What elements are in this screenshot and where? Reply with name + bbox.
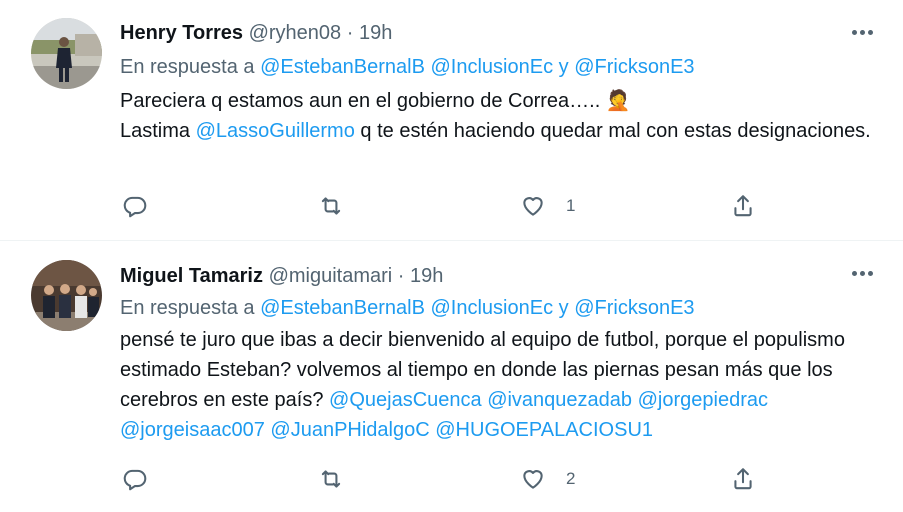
- reply-button[interactable]: [122, 190, 148, 222]
- more-icon: [851, 270, 857, 276]
- author-name[interactable]: Miguel Tamariz: [120, 265, 263, 287]
- tweet-text: pensé te juro que ibas a decir bienvenid…: [120, 325, 890, 445]
- mention-link[interactable]: @EstebanBernalB: [260, 297, 425, 319]
- avatar[interactable]: [31, 260, 102, 331]
- text-segment: q te estén haciendo quedar mal con estas…: [354, 120, 871, 142]
- reply-button[interactable]: [122, 463, 148, 495]
- share-icon: [734, 195, 752, 217]
- tweet-actions: 2: [120, 463, 760, 495]
- facepalm-emoji: 🤦: [605, 90, 631, 112]
- avatar-photo: [31, 18, 102, 89]
- retweet-button[interactable]: [318, 190, 344, 222]
- text-segment: Lastima: [120, 120, 196, 142]
- reply-icon: [123, 196, 147, 218]
- timestamp[interactable]: 19h: [359, 22, 392, 44]
- mention-link[interactable]: @FricksonE3: [574, 297, 694, 319]
- reply-context: En respuesta a @EstebanBernalB @Inclusio…: [120, 54, 695, 80]
- tweet-header: Henry Torres @ryhen08 · 19h: [120, 20, 392, 46]
- tweet[interactable]: Miguel Tamariz @miguitamari · 19h En res…: [0, 241, 903, 512]
- more-options-button[interactable]: [847, 22, 877, 42]
- mention-link[interactable]: @jorgepiedrac: [638, 389, 768, 411]
- reply-context: En respuesta a @EstebanBernalB @Inclusio…: [120, 295, 695, 321]
- mention-link[interactable]: @LassoGuillermo: [196, 120, 355, 142]
- share-button[interactable]: [730, 190, 756, 222]
- like-button[interactable]: 2: [520, 463, 575, 495]
- reply-prefix: En respuesta a: [120, 56, 255, 78]
- heart-icon: [523, 470, 543, 489]
- author-handle[interactable]: @ryhen08: [249, 22, 342, 44]
- avatar[interactable]: [31, 18, 102, 89]
- retweet-button[interactable]: [318, 463, 344, 495]
- reply-prefix: En respuesta a: [120, 297, 255, 319]
- heart-icon: [523, 197, 543, 216]
- mention-link[interactable]: @HUGOEPALACIOSU1: [435, 419, 653, 441]
- share-button[interactable]: [730, 463, 756, 495]
- author-handle[interactable]: @miguitamari: [269, 265, 393, 287]
- separator: ·: [397, 265, 405, 287]
- retweet-icon: [321, 197, 341, 215]
- tweet-actions: 1: [120, 190, 760, 222]
- mention-link[interactable]: @FricksonE3: [574, 56, 694, 78]
- tweet-header: Miguel Tamariz @miguitamari · 19h: [120, 263, 443, 289]
- more-icon: [851, 29, 857, 35]
- like-button[interactable]: 1: [520, 190, 575, 222]
- more-options-button[interactable]: [847, 263, 877, 283]
- mention-link[interactable]: @InclusionEc: [431, 297, 554, 319]
- reply-and[interactable]: y: [559, 297, 569, 319]
- mention-link[interactable]: @ivanquezadab: [487, 389, 632, 411]
- mention-link[interactable]: @InclusionEc: [431, 56, 554, 78]
- like-count: 2: [566, 469, 576, 488]
- tweet-text: Pareciera q estamos aun en el gobierno d…: [120, 86, 890, 146]
- avatar-photo: [31, 260, 102, 331]
- mention-link[interactable]: @QuejasCuenca: [329, 389, 482, 411]
- tweet[interactable]: Henry Torres @ryhen08 · 19h En respuesta…: [0, 0, 903, 240]
- like-count: 1: [566, 196, 576, 215]
- timestamp[interactable]: 19h: [410, 265, 443, 287]
- mention-link[interactable]: @jorgeisaac007: [120, 419, 265, 441]
- reply-icon: [123, 469, 147, 491]
- retweet-icon: [321, 470, 341, 488]
- author-name[interactable]: Henry Torres: [120, 22, 243, 44]
- mention-link[interactable]: @JuanPHidalgoC: [270, 419, 429, 441]
- reply-and[interactable]: y: [559, 56, 569, 78]
- text-line: Pareciera q estamos aun en el gobierno d…: [120, 90, 606, 112]
- mention-link[interactable]: @EstebanBernalB: [260, 56, 425, 78]
- share-icon: [734, 468, 752, 490]
- separator: ·: [346, 22, 354, 44]
